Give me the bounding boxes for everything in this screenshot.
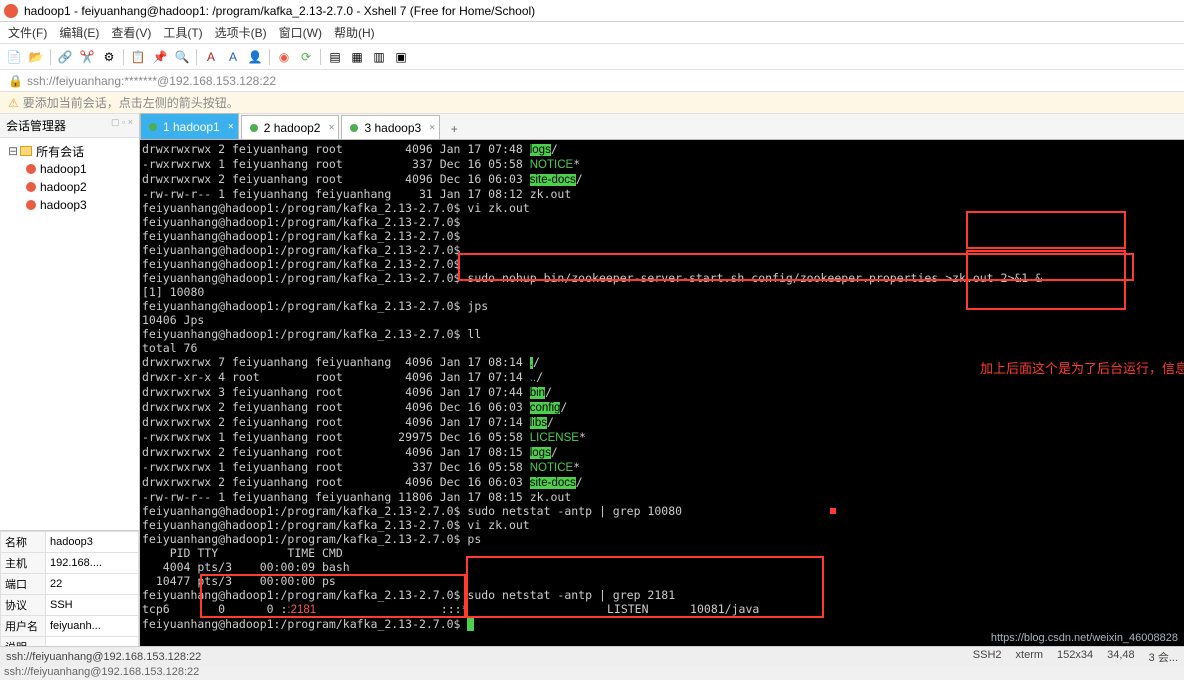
prop-port-value: 22 [46,574,139,595]
tb-find-icon[interactable]: 🔍 [174,49,190,65]
address-url: ssh://feiyuanhang:*******@192.168.153.12… [27,74,276,88]
prop-host-value: 192.168.... [46,553,139,574]
session-label: hadoop1 [40,162,87,176]
separator [320,49,321,65]
statusbar: ssh://feiyuanhang@192.168.153.128:22 SSH… [0,646,1184,666]
status-term: xterm [1016,649,1044,665]
tb-paste-icon[interactable]: 📌 [152,49,168,65]
menu-tools[interactable]: 工具(T) [163,24,202,41]
watermark: https://blog.csdn.net/weixin_46008828 [991,632,1178,644]
tb-copy-icon[interactable]: 📋 [130,49,146,65]
session-icon [26,182,36,192]
annotation-box [200,574,466,618]
tb-props-icon[interactable]: ⚙ [101,49,117,65]
window-title: hadoop1 - feiyuanhang@hadoop1: /program/… [24,4,535,18]
app-icon [4,4,18,18]
status-dot-icon [149,123,157,131]
annotation-box [458,253,1134,281]
prop-protocol-label: 协议 [1,595,46,616]
terminal-output[interactable]: drwxrwxrwx 2 feiyuanhang root 4096 Jan 1… [140,140,1184,658]
prop-name-value: hadoop3 [46,532,139,553]
status-size: 152x34 [1057,649,1093,665]
sidebar: 会话管理器 ▢ ▫ × ⊟ 所有会话 hadoop1 hadoop2 hadoo… [0,114,140,658]
session-properties: 名称hadoop3 主机192.168.... 端口22 协议SSH 用户名fe… [0,530,139,658]
tab-hadoop3[interactable]: 3 hadoop3 × [341,115,440,139]
status-sessions: 3 会... [1149,649,1178,665]
session-label: hadoop2 [40,180,87,194]
tb-refresh-icon[interactable]: ⟳ [298,49,314,65]
tree-root[interactable]: ⊟ 所有会话 [4,142,135,160]
tb-font-icon[interactable]: A [203,49,219,65]
session-hadoop3[interactable]: hadoop3 [4,196,135,214]
tb-color-icon[interactable]: A [225,49,241,65]
status-protocol: SSH2 [973,649,1002,665]
tab-hadoop2[interactable]: 2 hadoop2 × [241,115,340,139]
separator [269,49,270,65]
separator [50,49,51,65]
prop-host-label: 主机 [1,553,46,574]
separator [123,49,124,65]
tab-label: 1 hadoop1 [163,120,220,134]
close-icon[interactable]: × [329,122,335,133]
toolbar: 📄 📂 🔗 ✂️ ⚙ 📋 📌 🔍 A A 👤 ◉ ⟳ ▤ ▦ ▥ ▣ [0,44,1184,70]
prop-protocol-value: SSH [46,595,139,616]
menu-view[interactable]: 查看(V) [111,24,151,41]
tb-disconnect-icon[interactable]: ✂️ [79,49,95,65]
tb-layout1-icon[interactable]: ▤ [327,49,343,65]
tb-layout4-icon[interactable]: ▣ [393,49,409,65]
annotation-box [966,211,1126,249]
menu-file[interactable]: 文件(F) [8,24,47,41]
session-label: hadoop3 [40,198,87,212]
tab-hadoop1[interactable]: 1 hadoop1 × [140,113,239,139]
status-left: ssh://feiyuanhang@192.168.153.128:22 [6,651,201,663]
hint-bar: ⚠ 要添加当前会话，点击左侧的箭头按钮。 [0,92,1184,114]
menu-help[interactable]: 帮助(H) [334,24,375,41]
folder-icon [20,146,32,156]
prop-name-label: 名称 [1,532,46,553]
tb-xftp-icon[interactable]: ◉ [276,49,292,65]
prop-user-label: 用户名 [1,616,46,637]
menu-edit[interactable]: 编辑(E) [59,24,99,41]
footer-status: ssh://feiyuanhang@192.168.153.128:22 [0,666,1184,680]
separator [196,49,197,65]
annotation-box [466,556,824,618]
tb-reconnect-icon[interactable]: 🔗 [57,49,73,65]
menubar: 文件(F) 编辑(E) 查看(V) 工具(T) 选项卡(B) 窗口(W) 帮助(… [0,22,1184,44]
annotation-marker [830,508,836,514]
prop-user-value: feiyuanh... [46,616,139,637]
tb-open-icon[interactable]: 📂 [28,49,44,65]
session-tree: ⊟ 所有会话 hadoop1 hadoop2 hadoop3 [0,138,139,530]
session-icon [26,200,36,210]
tb-layout2-icon[interactable]: ▦ [349,49,365,65]
tab-add-button[interactable]: + [444,119,464,139]
menu-window[interactable]: 窗口(W) [279,24,322,41]
status-dot-icon [250,124,258,132]
tb-user-icon[interactable]: 👤 [247,49,263,65]
tab-label: 3 hadoop3 [364,121,421,135]
session-hadoop2[interactable]: hadoop2 [4,178,135,196]
close-icon[interactable]: × [429,122,435,133]
session-hadoop1[interactable]: hadoop1 [4,160,135,178]
root-label: 所有会话 [36,143,84,160]
status-pos: 34,48 [1107,649,1135,665]
status-dot-icon [350,124,358,132]
warn-icon: ⚠ [8,96,19,110]
menu-tabs[interactable]: 选项卡(B) [215,24,267,41]
addressbar[interactable]: 🔒 ssh://feiyuanhang:*******@192.168.153.… [0,70,1184,92]
terminal-tabs: 1 hadoop1 × 2 hadoop2 × 3 hadoop3 × + [140,114,1184,140]
prop-port-label: 端口 [1,574,46,595]
sidebar-title: 会话管理器 [6,117,66,134]
session-icon [26,164,36,174]
close-icon[interactable]: × [228,121,234,132]
tab-label: 2 hadoop2 [264,121,321,135]
sidebar-tabs-icon[interactable]: ▢ ▫ × [111,117,133,134]
lock-icon: 🔒 [8,74,23,88]
hint-text: 要添加当前会话，点击左侧的箭头按钮。 [23,94,239,111]
tb-new-icon[interactable]: 📄 [6,49,22,65]
annotation-box [966,250,1126,310]
tb-layout3-icon[interactable]: ▥ [371,49,387,65]
annotation-note: 加上后面这个是为了后台运行，信息存到out文件，如果失败就去里面查看原因 [980,358,1140,380]
